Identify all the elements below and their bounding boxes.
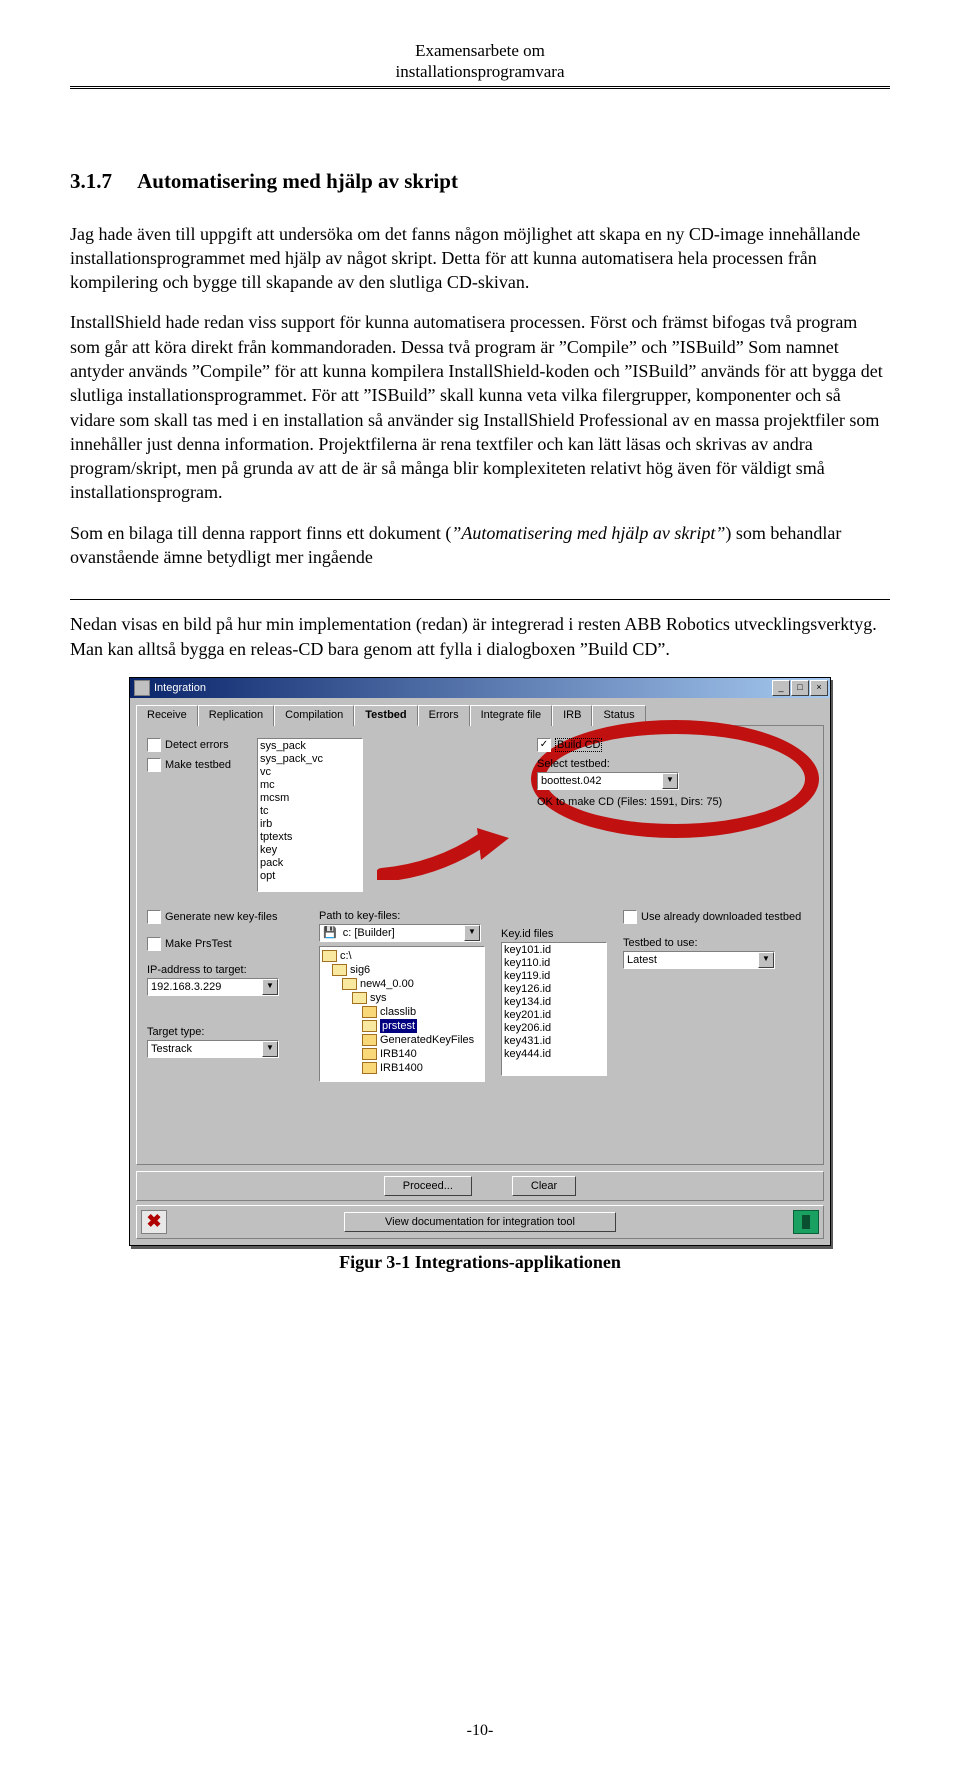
exit-icon[interactable] (793, 1210, 819, 1234)
tree-item[interactable]: sig6 (332, 963, 482, 977)
chevron-down-icon[interactable]: ▼ (662, 773, 678, 789)
list-item[interactable]: key201.id (504, 1009, 604, 1022)
tab-testbed[interactable]: Testbed (354, 705, 417, 726)
label-path-keyfiles: Path to key-files: (319, 910, 489, 922)
paragraph-3: Som en bilaga till denna rapport finns e… (70, 521, 890, 570)
listbox-keyfiles[interactable]: key101.id key110.id key119.id key126.id … (501, 942, 607, 1076)
list-item[interactable]: mcsm (260, 792, 360, 805)
maximize-button[interactable]: □ (791, 680, 809, 696)
combo-select-testbed[interactable]: boottest.042 ▼ (537, 772, 679, 790)
tree-item[interactable]: new4_0.00 (342, 977, 482, 991)
tab-integrate-file[interactable]: Integrate file (470, 705, 553, 726)
list-item[interactable]: key431.id (504, 1035, 604, 1048)
header-line-1: Examensarbete om (70, 40, 890, 61)
folder-tree[interactable]: c:\ sig6 new4_0.00 sys classlib prstest … (319, 946, 485, 1082)
tab-receive[interactable]: Receive (136, 705, 198, 726)
tree-item[interactable]: c:\ (322, 949, 482, 963)
checkbox-icon (623, 910, 637, 924)
button-bar: Proceed... Clear (136, 1171, 824, 1201)
list-item[interactable]: key126.id (504, 983, 604, 996)
tree-item[interactable]: classlib (362, 1005, 482, 1019)
checkbox-make-prstest[interactable]: Make PrsTest (147, 937, 232, 951)
checkbox-make-testbed[interactable]: Make testbed (147, 758, 239, 772)
label-testbed-to-use: Testbed to use: (623, 937, 813, 949)
minimize-button[interactable]: _ (772, 680, 790, 696)
list-item[interactable]: key444.id (504, 1048, 604, 1061)
list-item[interactable]: key206.id (504, 1022, 604, 1035)
titlebar[interactable]: Integration _ □ × (130, 678, 830, 698)
list-item[interactable]: key101.id (504, 944, 604, 957)
checkbox-detect-errors[interactable]: Detect errors (147, 738, 239, 752)
tree-item-selected[interactable]: prstest (362, 1019, 482, 1033)
combo-ip-address[interactable]: 192.168.3.229 ▼ (147, 978, 279, 996)
tab-compilation[interactable]: Compilation (274, 705, 354, 726)
clear-button[interactable]: Clear (512, 1176, 576, 1196)
tab-irb[interactable]: IRB (552, 705, 592, 726)
bottom-bar: ✖ View documentation for integration too… (136, 1205, 824, 1239)
chevron-down-icon[interactable]: ▼ (464, 925, 480, 941)
close-button[interactable]: × (810, 680, 828, 696)
section-title: Automatisering med hjälp av skript (137, 169, 458, 193)
section-number: 3.1.7 (70, 169, 112, 193)
section-heading: 3.1.7 Automatisering med hjälp av skript (70, 169, 890, 194)
checkbox-icon (147, 738, 161, 752)
list-item[interactable]: opt (260, 870, 360, 883)
list-item[interactable]: mc (260, 779, 360, 792)
list-item[interactable]: key119.id (504, 970, 604, 983)
list-item[interactable]: sys_pack (260, 740, 360, 753)
label-target-type: Target type: (147, 1026, 307, 1038)
tree-item[interactable]: IRB140 (362, 1047, 482, 1061)
list-item[interactable]: vc (260, 766, 360, 779)
list-item[interactable]: key (260, 844, 360, 857)
list-item[interactable]: key110.id (504, 957, 604, 970)
page-number: -10- (0, 1722, 960, 1740)
list-item[interactable]: tc (260, 805, 360, 818)
view-documentation-button[interactable]: View documentation for integration tool (344, 1212, 616, 1232)
integration-window: Integration _ □ × Receive Replication Co… (129, 677, 831, 1246)
checkbox-icon (537, 738, 551, 752)
chevron-down-icon[interactable]: ▼ (758, 952, 774, 968)
list-item[interactable]: irb (260, 818, 360, 831)
checkbox-use-downloaded-testbed[interactable]: Use already downloaded testbed (623, 910, 801, 924)
window-icon (134, 680, 150, 696)
paragraph-4: Nedan visas en bild på hur min implement… (70, 612, 890, 661)
tree-item[interactable]: sys (352, 991, 482, 1005)
combo-target-type[interactable]: Testrack ▼ (147, 1040, 279, 1058)
checkbox-build-cd[interactable]: Build CD (537, 738, 602, 752)
window-title: Integration (154, 682, 206, 694)
checkbox-generate-keyfiles[interactable]: Generate new key-files (147, 910, 278, 924)
proceed-button[interactable]: Proceed... (384, 1176, 472, 1196)
checkbox-icon (147, 758, 161, 772)
list-item[interactable]: tptexts (260, 831, 360, 844)
tab-replication[interactable]: Replication (198, 705, 274, 726)
tab-status[interactable]: Status (592, 705, 645, 726)
figure-caption: Figur 3-1 Integrations-applikationen (70, 1252, 890, 1273)
paragraph-2: InstallShield hade redan viss support fö… (70, 310, 890, 504)
listbox-packages[interactable]: sys_pack sys_pack_vc vc mc mcsm tc irb t… (257, 738, 363, 892)
list-item[interactable]: key134.id (504, 996, 604, 1009)
tab-errors[interactable]: Errors (418, 705, 470, 726)
tab-content-testbed: Detect errors Make testbed sys_pack sys_… (136, 726, 824, 1165)
delete-icon[interactable]: ✖ (141, 1210, 167, 1234)
checkbox-icon (147, 910, 161, 924)
tree-item[interactable]: IRB1400 (362, 1061, 482, 1075)
page-header: Examensarbete om installationsprogramvar… (70, 40, 890, 89)
label-select-testbed: Select testbed: (537, 758, 813, 770)
tree-item[interactable]: GeneratedKeyFiles (362, 1033, 482, 1047)
paragraph-1: Jag hade även till uppgift att undersöka… (70, 222, 890, 295)
checkbox-icon (147, 937, 161, 951)
chevron-down-icon[interactable]: ▼ (262, 1041, 278, 1057)
label-ip-address: IP-address to target: (147, 964, 307, 976)
list-item[interactable]: sys_pack_vc (260, 753, 360, 766)
label-keyid-files: Key.id files (501, 928, 611, 940)
list-item[interactable]: pack (260, 857, 360, 870)
label-ok-make-cd: OK to make CD (Files: 1591, Dirs: 75) (537, 796, 813, 808)
chevron-down-icon[interactable]: ▼ (262, 979, 278, 995)
header-line-2: installationsprogramvara (70, 61, 890, 82)
combo-drive[interactable]: 💾 c: [Builder] ▼ (319, 924, 481, 942)
combo-testbed-to-use[interactable]: Latest ▼ (623, 951, 775, 969)
tab-bar: Receive Replication Compilation Testbed … (136, 704, 824, 726)
